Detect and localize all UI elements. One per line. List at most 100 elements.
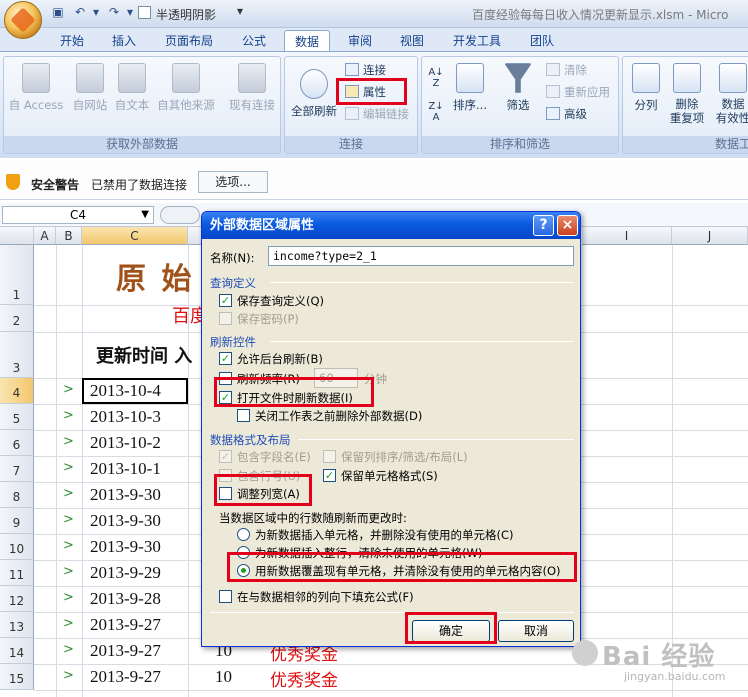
ok-button[interactable]: 确定: [412, 620, 490, 642]
error-indicator-icon[interactable]: >: [63, 564, 74, 579]
filter-button[interactable]: 筛选: [498, 63, 538, 113]
date-cell[interactable]: 2013-9-28: [90, 589, 161, 609]
column-header-j[interactable]: J: [672, 227, 748, 245]
close-icon[interactable]: ×: [557, 215, 578, 236]
error-indicator-icon[interactable]: >: [63, 642, 74, 657]
date-cell[interactable]: 2013-9-29: [90, 563, 161, 583]
from-text-button[interactable]: 自文本: [112, 63, 152, 113]
office-button[interactable]: [4, 1, 42, 39]
tab-review[interactable]: 审阅: [340, 30, 380, 52]
error-indicator-icon[interactable]: >: [63, 538, 74, 553]
error-indicator-icon[interactable]: >: [63, 590, 74, 605]
error-indicator-icon[interactable]: >: [63, 512, 74, 527]
row-header-7[interactable]: 7: [0, 456, 34, 482]
error-indicator-icon[interactable]: >: [63, 668, 74, 683]
undo-icon[interactable]: ↶: [72, 5, 88, 21]
from-access-button[interactable]: 自 Access: [8, 63, 64, 113]
cancel-button[interactable]: 取消: [498, 620, 574, 642]
tab-developer[interactable]: 开发工具: [446, 30, 508, 52]
row-header-15[interactable]: 15: [0, 664, 34, 690]
column-header-d[interactable]: [188, 227, 202, 245]
row-header-2[interactable]: 2: [0, 305, 34, 332]
insert-rows-radio[interactable]: [237, 546, 250, 559]
tab-formulas[interactable]: 公式: [234, 30, 274, 52]
row-header-9[interactable]: 9: [0, 508, 34, 534]
row-header-12[interactable]: 12: [0, 586, 34, 612]
redo-dropdown-icon[interactable]: ▾: [122, 5, 138, 21]
row-header-14[interactable]: 14: [0, 638, 34, 664]
row-header-6[interactable]: 6: [0, 430, 34, 456]
tab-home[interactable]: 开始: [52, 30, 92, 52]
translucent-shadow-checkbox[interactable]: [138, 6, 151, 19]
date-cell[interactable]: 2013-10-2: [90, 433, 161, 453]
tab-view[interactable]: 视图: [392, 30, 432, 52]
from-other-sources-button[interactable]: 自其他来源: [154, 63, 218, 113]
clear-button[interactable]: 清除: [546, 62, 587, 78]
row-header-10[interactable]: 10: [0, 534, 34, 560]
row-header-8[interactable]: 8: [0, 482, 34, 508]
select-all-corner[interactable]: [0, 227, 34, 245]
text-to-columns-button[interactable]: 分列: [627, 63, 665, 113]
include-field-names-checkbox[interactable]: ✓: [219, 450, 232, 463]
insert-cells-radio[interactable]: [237, 528, 250, 541]
date-cell[interactable]: 2013-9-27: [90, 667, 161, 687]
date-cell[interactable]: 2013-9-30: [90, 537, 161, 557]
row-header-3[interactable]: 3: [0, 332, 34, 378]
fill-formulas-checkbox[interactable]: [219, 590, 232, 603]
save-icon[interactable]: ▣: [50, 5, 66, 21]
preserve-sort-checkbox[interactable]: [323, 450, 336, 463]
date-cell[interactable]: 2013-10-3: [90, 407, 161, 427]
date-cell[interactable]: 2013-9-27: [90, 615, 161, 635]
redo-icon[interactable]: ↷: [106, 5, 122, 21]
advanced-button[interactable]: 高级: [546, 106, 587, 122]
row-header-5[interactable]: 5: [0, 404, 34, 430]
error-indicator-icon[interactable]: >: [63, 486, 74, 501]
date-cell[interactable]: 2013-9-30: [90, 511, 161, 531]
properties-button[interactable]: 属性: [345, 84, 386, 100]
income-cell[interactable]: 10: [215, 667, 232, 687]
save-query-checkbox[interactable]: ✓: [219, 294, 232, 307]
refresh-on-open-checkbox[interactable]: ✓: [219, 391, 232, 404]
refresh-minutes-input[interactable]: 60: [314, 368, 358, 388]
edit-links-button[interactable]: 编辑链接: [345, 106, 409, 122]
name-box[interactable]: C4 ▼: [2, 206, 154, 224]
adjust-column-width-checkbox[interactable]: [219, 487, 232, 500]
date-cell[interactable]: 2013-9-27: [90, 641, 161, 661]
refresh-all-button[interactable]: 全部刷新: [287, 69, 341, 119]
background-refresh-checkbox[interactable]: ✓: [219, 352, 232, 365]
help-icon[interactable]: ?: [533, 215, 554, 236]
tab-data[interactable]: 数据: [284, 30, 330, 52]
date-cell[interactable]: 2013-10-4: [90, 381, 161, 401]
remove-before-close-checkbox[interactable]: [237, 409, 250, 422]
from-web-button[interactable]: 自网站: [68, 63, 112, 113]
name-box-dropdown-icon[interactable]: ▼: [141, 207, 149, 223]
date-cell[interactable]: 2013-9-30: [90, 485, 161, 505]
sort-button[interactable]: 排序...: [450, 63, 490, 113]
error-indicator-icon[interactable]: >: [63, 408, 74, 423]
connections-button[interactable]: 连接: [345, 62, 386, 78]
customize-toolbar-icon[interactable]: ▾: [237, 4, 243, 18]
reward-type-cell[interactable]: 优秀奖金: [270, 666, 338, 691]
row-header-13[interactable]: 13: [0, 612, 34, 638]
overwrite-cells-radio[interactable]: [237, 564, 250, 577]
undo-dropdown-icon[interactable]: ▾: [88, 5, 104, 21]
data-validation-button[interactable]: 数据 有效性: [713, 63, 748, 125]
connection-name-input[interactable]: income?type=2_1: [268, 246, 574, 266]
existing-connections-button[interactable]: 现有连接: [226, 63, 278, 113]
column-header-b[interactable]: B: [56, 227, 82, 245]
sort-descending-button[interactable]: Z↓ A: [426, 101, 446, 123]
security-options-button[interactable]: 选项...: [198, 171, 268, 193]
error-indicator-icon[interactable]: >: [63, 434, 74, 449]
column-header-i[interactable]: I: [582, 227, 672, 245]
include-row-numbers-checkbox[interactable]: [219, 469, 232, 482]
row-header-11[interactable]: 11: [0, 560, 34, 586]
remove-duplicates-button[interactable]: 删除 重复项: [667, 63, 707, 125]
tab-insert[interactable]: 插入: [104, 30, 144, 52]
tab-page-layout[interactable]: 页面布局: [158, 30, 220, 52]
error-indicator-icon[interactable]: >: [63, 460, 74, 475]
column-header-a[interactable]: A: [34, 227, 56, 245]
formula-expand-handle[interactable]: [160, 206, 200, 224]
tab-team[interactable]: 团队: [522, 30, 562, 52]
column-header-c[interactable]: C: [82, 227, 188, 245]
row-header-1[interactable]: 1: [0, 245, 34, 305]
